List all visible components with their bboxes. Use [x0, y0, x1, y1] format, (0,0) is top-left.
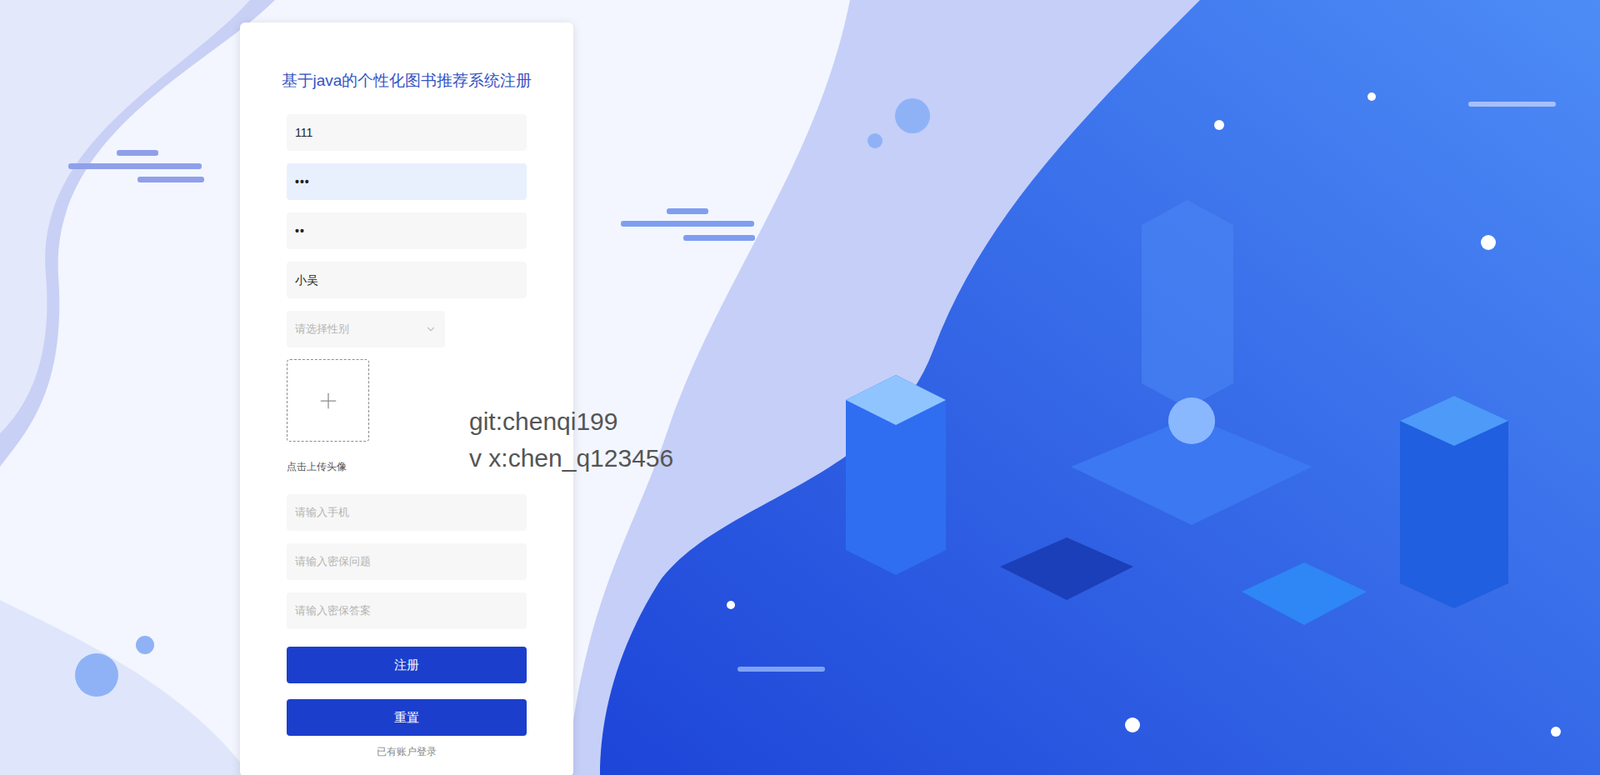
watermark-line: git:chenqi199 [469, 406, 674, 437]
gender-select[interactable]: 请选择性别 [286, 310, 445, 348]
field-value: 111 [295, 124, 313, 142]
plus-icon [315, 388, 341, 414]
field-value: 小吴 [295, 271, 319, 290]
field-placeholder: 请输入密保答案 [295, 602, 371, 620]
login-link[interactable]: 已有账户登录 [286, 745, 527, 759]
watermark-line: v x:chen_q123456 [469, 443, 674, 474]
form-field[interactable]: 请输入密保问题 [286, 543, 527, 580]
form-field[interactable]: 请输入密保答案 [286, 592, 527, 630]
field-placeholder: 请输入密保问题 [295, 553, 371, 570]
field-placeholder: 请输入手机 [295, 504, 350, 521]
field-value: •• [295, 222, 305, 240]
form-field[interactable]: 小吴 [286, 261, 527, 299]
form-button[interactable]: 重置 [286, 699, 527, 736]
register-page: 基于java的个性化图书推荐系统注册111•••••小吴请选择性别点击上传头像请… [0, 0, 1600, 775]
chevron-down-icon [425, 323, 437, 335]
form-field[interactable]: 111 [286, 114, 527, 151]
register-card: 基于java的个性化图书推荐系统注册111•••••小吴请选择性别点击上传头像请… [240, 22, 574, 775]
avatar-upload[interactable] [286, 359, 370, 442]
select-placeholder: 请选择性别 [295, 320, 350, 338]
form-field[interactable]: ••• [286, 163, 527, 200]
form-button[interactable]: 注册 [286, 646, 527, 684]
field-value: ••• [295, 173, 310, 191]
form-field[interactable]: •• [286, 212, 527, 250]
page-title: 基于java的个性化图书推荐系统注册 [253, 69, 560, 93]
form-field[interactable]: 请输入手机 [286, 494, 527, 531]
watermark: git:chenqi199 v x:chen_q123456 [469, 406, 674, 474]
